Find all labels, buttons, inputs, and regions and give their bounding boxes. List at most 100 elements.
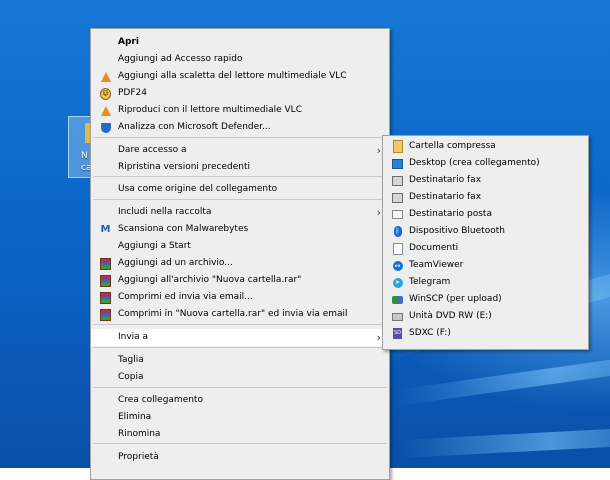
winrar-icon <box>100 291 111 304</box>
chevron-right-icon: › <box>376 144 381 157</box>
menu-item-taglia[interactable]: Taglia <box>91 352 389 369</box>
menu-item-label: Crea collegamento <box>118 395 203 405</box>
teamviewer-icon: ↔ <box>392 260 403 271</box>
sendto-item-label: Destinatario fax <box>409 175 482 185</box>
sendto-item-winscp-per-upload[interactable]: WinSCP (per upload) <box>383 291 588 308</box>
menu-item-label: Comprimi ed invia via email... <box>118 292 253 302</box>
menu-separator <box>93 387 387 388</box>
desktop-folder-shortcut[interactable]: N ca <box>68 116 93 178</box>
menu-item-ripristina-versioni-precedenti[interactable]: Ripristina versioni precedenti <box>91 159 389 176</box>
telegram-icon: ➤ <box>392 277 403 288</box>
fax-icon <box>392 192 403 203</box>
menu-item-pdf24[interactable]: ☺ PDF24 <box>91 85 389 102</box>
documents-icon <box>392 242 403 255</box>
chevron-right-icon: › <box>376 331 381 344</box>
menu-item-riproduci-con-il-lettore-multimediale-vlc[interactable]: Riproduci con il lettore multimediale VL… <box>91 102 389 119</box>
sendto-item-desktop-crea-collegamento[interactable]: Desktop (crea collegamento) <box>383 155 588 172</box>
sendto-item-label: Destinatario fax <box>409 192 482 202</box>
sendto-item-destinatario-fax[interactable]: Destinatario fax <box>383 172 588 189</box>
fax-icon <box>392 175 403 186</box>
menu-item-label: Aggiungi a Start <box>118 241 191 251</box>
menu-item-label: Taglia <box>118 355 144 365</box>
vlc-cone-icon <box>100 105 111 116</box>
winrar-icon <box>100 274 111 287</box>
menu-separator <box>93 199 387 200</box>
context-menu: Apri Aggiungi ad Accesso rapido Aggiungi a… <box>90 28 390 480</box>
sendto-item-sdxc-f[interactable]: SD SDXC (F:) <box>383 325 588 342</box>
menu-item-crea-collegamento[interactable]: Crea collegamento <box>91 392 389 409</box>
menu-item-proprieta[interactable]: Proprietà <box>91 449 389 466</box>
menu-item-scansiona-con-malwarebytes[interactable]: M Scansiona con Malwarebytes <box>91 221 389 238</box>
menu-item-label: Riproduci con il lettore multimediale VL… <box>118 105 302 115</box>
menu-item-aggiungi-alla-scaletta-del-lettore-multimediale-vlc[interactable]: Aggiungi alla scaletta del lettore multi… <box>91 68 389 85</box>
menu-item-comprimi-ed-invia-via-email[interactable]: Comprimi ed invia via email... <box>91 289 389 306</box>
vlc-cone-icon <box>100 71 111 82</box>
sendto-item-label: Destinatario posta <box>409 209 492 219</box>
menu-item-invia-a[interactable]: Invia a › <box>91 329 389 346</box>
malwarebytes-icon: M <box>100 224 111 235</box>
menu-separator <box>93 176 387 177</box>
menu-item-comprimi-in-nuova-cartella-rar-ed-invia-via-email[interactable]: Comprimi in "Nuova cartella.rar" ed invi… <box>91 306 389 323</box>
menu-item-elimina[interactable]: Elimina <box>91 409 389 426</box>
menu-separator <box>93 347 387 348</box>
sendto-item-label: TeamViewer <box>409 260 464 270</box>
menu-item-label: Analizza con Microsoft Defender... <box>118 122 271 132</box>
menu-item-label: Copia <box>118 372 144 382</box>
menu-item-label: Invia a <box>118 332 149 342</box>
menu-item-label: Dare accesso a <box>118 145 187 155</box>
sendto-item-teamviewer[interactable]: ↔ TeamViewer <box>383 257 588 274</box>
menu-item-label: PDF24 <box>118 88 147 98</box>
sendto-item-destinatario-fax[interactable]: Destinatario fax <box>383 189 588 206</box>
sendto-item-label: Unità DVD RW (E:) <box>409 311 492 321</box>
menu-item-label: Elimina <box>118 412 152 422</box>
winrar-icon <box>100 257 111 270</box>
desktop-icon <box>392 158 403 169</box>
pdf24-icon: ☺ <box>100 87 111 100</box>
menu-item-label: Includi nella raccolta <box>118 207 212 217</box>
sendto-item-documenti[interactable]: Documenti <box>383 240 588 257</box>
sendto-item-unita-dvd-rw-e[interactable]: Unità DVD RW (E:) <box>383 308 588 325</box>
menu-item-includi-nella-raccolta[interactable]: Includi nella raccolta › <box>91 204 389 221</box>
sendto-item-label: WinSCP (per upload) <box>409 294 502 304</box>
menu-item-label: Comprimi in "Nuova cartella.rar" ed invi… <box>118 309 348 319</box>
menu-item-rinomina[interactable]: Rinomina <box>91 426 389 443</box>
menu-item-label: Aggiungi all'archivio "Nuova cartella.ra… <box>118 275 302 285</box>
sendto-item-label: Cartella compressa <box>409 141 496 151</box>
menu-item-aggiungi-all-archivio-nuova-cartella-rar[interactable]: Aggiungi all'archivio "Nuova cartella.ra… <box>91 272 389 289</box>
menu-item-label: Ripristina versioni precedenti <box>118 162 251 172</box>
dvd-drive-icon <box>392 311 403 322</box>
sendto-item-label: Telegram <box>409 277 451 287</box>
menu-separator <box>93 137 387 138</box>
menu-item-apri[interactable]: Apri <box>91 34 389 51</box>
menu-item-analizza-con-microsoft-defender[interactable]: Analizza con Microsoft Defender... <box>91 119 389 136</box>
menu-item-copia[interactable]: Copia <box>91 369 389 386</box>
mail-icon <box>392 209 403 220</box>
menu-item-dare-accesso-a[interactable]: Dare accesso a › <box>91 142 389 159</box>
sendto-item-dispositivo-bluetooth[interactable]: ᛒ Dispositivo Bluetooth <box>383 223 588 240</box>
zip-folder-icon <box>392 140 403 153</box>
sendto-item-destinatario-posta[interactable]: Destinatario posta <box>383 206 588 223</box>
send-to-submenu: Cartella compressa Desktop (crea collegam… <box>382 135 589 350</box>
menu-separator <box>93 443 387 444</box>
menu-item-aggiungi-ad-accesso-rapido[interactable]: Aggiungi ad Accesso rapido <box>91 51 389 68</box>
winscp-icon <box>392 294 403 305</box>
winrar-icon <box>100 308 111 321</box>
menu-item-label: Aggiungi ad un archivio... <box>118 258 233 268</box>
menu-item-aggiungi-a-start[interactable]: Aggiungi a Start <box>91 238 389 255</box>
sendto-item-label: Documenti <box>409 243 459 253</box>
sendto-item-cartella-compressa[interactable]: Cartella compressa <box>383 138 588 155</box>
menu-item-usa-come-origine-del-collegamento[interactable]: Usa come origine del collegamento <box>91 181 389 198</box>
sendto-item-telegram[interactable]: ➤ Telegram <box>383 274 588 291</box>
menu-item-label: Aggiungi alla scaletta del lettore multi… <box>118 71 347 81</box>
bluetooth-icon: ᛒ <box>393 226 402 237</box>
menu-item-label: Scansiona con Malwarebytes <box>118 224 249 234</box>
chevron-right-icon: › <box>376 206 381 219</box>
menu-separator <box>93 324 387 325</box>
sendto-item-label: Dispositivo Bluetooth <box>409 226 505 236</box>
menu-item-aggiungi-ad-un-archivio[interactable]: Aggiungi ad un archivio... <box>91 255 389 272</box>
menu-item-label: Aggiungi ad Accesso rapido <box>118 54 243 64</box>
sd-card-icon: SD <box>392 328 403 339</box>
menu-item-label: Apri <box>118 37 139 47</box>
defender-shield-icon <box>100 122 111 133</box>
menu-item-label: Proprietà <box>118 452 159 462</box>
